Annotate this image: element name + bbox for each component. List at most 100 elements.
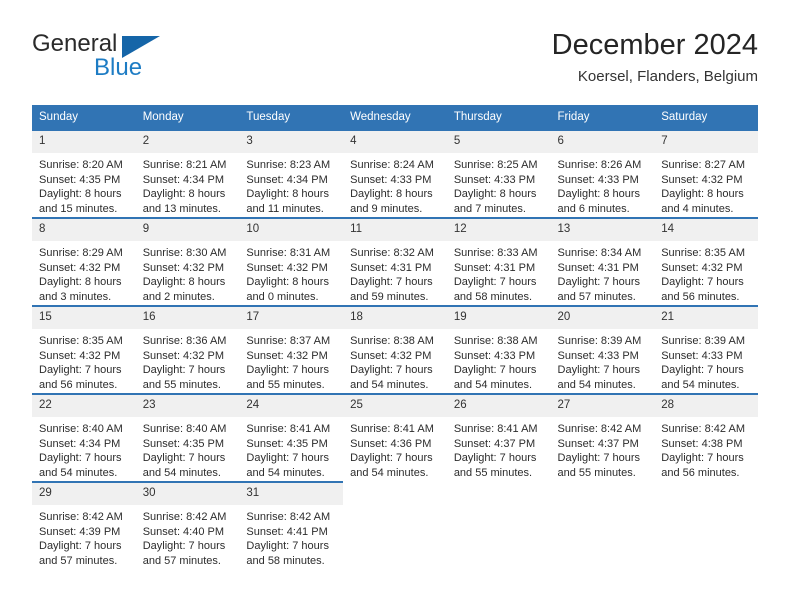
day-details: Sunrise: 8:41 AM Sunset: 4:37 PM Daylight:… xyxy=(447,417,551,480)
sunset-text: Sunset: 4:32 PM xyxy=(661,173,743,186)
sunset-text: Sunset: 4:32 PM xyxy=(39,261,121,274)
sunrise-text: Sunrise: 8:42 AM xyxy=(142,511,227,523)
weekday-header-saturday: Saturday xyxy=(654,105,758,130)
calendar-day-cell[interactable]: 21 Sunrise: 8:39 AM Sunset: 4:33 PM Dayligh… xyxy=(654,305,758,394)
calendar-day-cell-empty xyxy=(446,482,551,570)
day-details: Sunrise: 8:26 AM Sunset: 4:33 PM Daylight:… xyxy=(551,153,655,216)
day-details: Sunrise: 8:40 AM Sunset: 4:34 PM Daylight:… xyxy=(32,417,136,480)
daylight-text: and 13 minutes. xyxy=(142,202,221,215)
daylight-text: and 55 minutes. xyxy=(453,466,533,479)
sunrise-text: Sunrise: 8:24 AM xyxy=(350,159,434,171)
calendar-day-cell[interactable]: 2 Sunrise: 8:21 AM Sunset: 4:34 PM Daylight… xyxy=(135,129,240,218)
daylight-text: and 58 minutes. xyxy=(246,554,325,567)
calendar-day-cell[interactable]: 25 Sunrise: 8:41 AM Sunset: 4:36 PM Dayligh… xyxy=(343,393,447,482)
calendar-day-cell[interactable]: 26 Sunrise: 8:41 AM Sunset: 4:37 PM Dayligh… xyxy=(446,393,551,482)
daylight-text: and 54 minutes. xyxy=(142,466,221,479)
calendar-day-cell[interactable]: 31 Sunrise: 8:42 AM Sunset: 4:41 PM Dayligh… xyxy=(239,481,344,570)
day-number: 26 xyxy=(446,395,551,417)
sunset-text: Sunset: 4:32 PM xyxy=(246,349,328,362)
daylight-text: Daylight: 7 hours xyxy=(39,540,122,553)
sunset-text: Sunset: 4:31 PM xyxy=(453,261,536,274)
calendar-day-cell[interactable]: 4 Sunrise: 8:24 AM Sunset: 4:33 PM Daylight… xyxy=(343,129,447,218)
daylight-text: and 56 minutes. xyxy=(661,290,740,303)
day-number: 13 xyxy=(550,219,655,241)
daylight-text: and 58 minutes. xyxy=(453,290,533,303)
sunset-text: Sunset: 4:33 PM xyxy=(350,173,432,186)
day-details: Sunrise: 8:37 AM Sunset: 4:32 PM Daylight:… xyxy=(239,329,343,392)
daylight-text: and 57 minutes. xyxy=(39,554,118,567)
calendar-day-cell[interactable]: 22 Sunrise: 8:40 AM Sunset: 4:34 PM Dayligh… xyxy=(32,393,136,482)
calendar-day-cell[interactable]: 5 Sunrise: 8:25 AM Sunset: 4:33 PM Daylight… xyxy=(446,129,551,218)
day-number: 15 xyxy=(32,307,136,329)
sunrise-text: Sunrise: 8:23 AM xyxy=(246,159,331,171)
day-number: 3 xyxy=(239,131,344,153)
calendar-day-cell[interactable]: 6 Sunrise: 8:26 AM Sunset: 4:33 PM Daylight… xyxy=(550,129,655,218)
daylight-text: and 54 minutes. xyxy=(39,466,118,479)
daylight-text: and 55 minutes. xyxy=(142,378,221,391)
calendar-day-cell[interactable]: 3 Sunrise: 8:23 AM Sunset: 4:34 PM Daylight… xyxy=(239,129,344,218)
day-number: 19 xyxy=(446,307,551,329)
calendar-day-cell[interactable]: 15 Sunrise: 8:35 AM Sunset: 4:32 PM Dayligh… xyxy=(32,305,136,394)
calendar-day-cell[interactable]: 29 Sunrise: 8:42 AM Sunset: 4:39 PM Dayligh… xyxy=(32,481,136,570)
calendar-day-cell[interactable]: 19 Sunrise: 8:38 AM Sunset: 4:33 PM Dayligh… xyxy=(446,305,551,394)
sunrise-text: Sunrise: 8:38 AM xyxy=(453,335,538,347)
day-details: Sunrise: 8:39 AM Sunset: 4:33 PM Daylight:… xyxy=(654,329,758,392)
calendar-day-cell[interactable]: 23 Sunrise: 8:40 AM Sunset: 4:35 PM Dayligh… xyxy=(135,393,240,482)
calendar-day-cell[interactable]: 28 Sunrise: 8:42 AM Sunset: 4:38 PM Dayligh… xyxy=(654,393,758,482)
calendar-day-cell[interactable]: 7 Sunrise: 8:27 AM Sunset: 4:32 PM Daylight… xyxy=(654,129,758,218)
day-details: Sunrise: 8:34 AM Sunset: 4:31 PM Daylight:… xyxy=(551,241,655,304)
day-number: 2 xyxy=(135,131,240,153)
calendar-day-cell[interactable]: 16 Sunrise: 8:36 AM Sunset: 4:32 PM Dayligh… xyxy=(135,305,240,394)
day-details: Sunrise: 8:31 AM Sunset: 4:32 PM Daylight:… xyxy=(239,241,343,304)
calendar-day-cell[interactable]: 27 Sunrise: 8:42 AM Sunset: 4:37 PM Dayligh… xyxy=(550,393,655,482)
calendar-day-cell[interactable]: 30 Sunrise: 8:42 AM Sunset: 4:40 PM Dayligh… xyxy=(135,481,240,570)
sunset-text: Sunset: 4:32 PM xyxy=(661,261,743,274)
calendar-day-cell[interactable]: 17 Sunrise: 8:37 AM Sunset: 4:32 PM Dayligh… xyxy=(239,305,344,394)
calendar-day-cell[interactable]: 12 Sunrise: 8:33 AM Sunset: 4:31 PM Dayligh… xyxy=(446,217,551,306)
title-block: December 2024 Koersel, Flanders, Belgium xyxy=(552,28,758,86)
sunrise-text: Sunrise: 8:38 AM xyxy=(350,335,434,347)
sunset-text: Sunset: 4:40 PM xyxy=(142,525,225,538)
daylight-text: Daylight: 7 hours xyxy=(350,276,433,289)
calendar-day-cell[interactable]: 20 Sunrise: 8:39 AM Sunset: 4:33 PM Dayligh… xyxy=(550,305,655,394)
sunset-text: Sunset: 4:41 PM xyxy=(246,525,328,538)
day-number: 8 xyxy=(32,219,136,241)
daylight-text: Daylight: 7 hours xyxy=(39,452,122,465)
daylight-text: Daylight: 7 hours xyxy=(453,452,537,465)
daylight-text: and 54 minutes. xyxy=(661,378,740,391)
calendar-day-cell[interactable]: 8 Sunrise: 8:29 AM Sunset: 4:32 PM Daylight… xyxy=(32,217,136,306)
day-details: Sunrise: 8:27 AM Sunset: 4:32 PM Daylight:… xyxy=(654,153,758,216)
sunrise-text: Sunrise: 8:42 AM xyxy=(246,511,331,523)
sunrise-text: Sunrise: 8:20 AM xyxy=(39,159,123,171)
day-details: Sunrise: 8:30 AM Sunset: 4:32 PM Daylight:… xyxy=(136,241,240,304)
day-details: Sunrise: 8:42 AM Sunset: 4:39 PM Daylight:… xyxy=(32,505,136,568)
day-details: Sunrise: 8:21 AM Sunset: 4:34 PM Daylight:… xyxy=(136,153,240,216)
sunset-text: Sunset: 4:35 PM xyxy=(142,437,225,450)
daylight-text: Daylight: 7 hours xyxy=(557,276,641,289)
calendar-day-cell[interactable]: 13 Sunrise: 8:34 AM Sunset: 4:31 PM Dayligh… xyxy=(550,217,655,306)
daylight-text: Daylight: 8 hours xyxy=(350,188,433,201)
calendar-table: Sunday Monday Tuesday Wednesday Thursday Frid… xyxy=(32,105,758,570)
day-number: 22 xyxy=(32,395,136,417)
day-details: Sunrise: 8:41 AM Sunset: 4:36 PM Daylight:… xyxy=(343,417,447,480)
sunset-text: Sunset: 4:34 PM xyxy=(142,173,225,186)
calendar-day-cell[interactable]: 14 Sunrise: 8:35 AM Sunset: 4:32 PM Dayligh… xyxy=(654,217,758,306)
calendar-day-cell[interactable]: 10 Sunrise: 8:31 AM Sunset: 4:32 PM Dayligh… xyxy=(239,217,344,306)
day-details: Sunrise: 8:20 AM Sunset: 4:35 PM Daylight:… xyxy=(32,153,136,216)
calendar-day-cell[interactable]: 18 Sunrise: 8:38 AM Sunset: 4:32 PM Dayligh… xyxy=(343,305,447,394)
daylight-text: Daylight: 7 hours xyxy=(661,364,744,377)
calendar-day-cell[interactable]: 9 Sunrise: 8:30 AM Sunset: 4:32 PM Daylight… xyxy=(135,217,240,306)
daylight-text: Daylight: 7 hours xyxy=(661,276,744,289)
day-details: Sunrise: 8:40 AM Sunset: 4:35 PM Daylight:… xyxy=(136,417,240,480)
calendar-day-cell[interactable]: 1 Sunrise: 8:20 AM Sunset: 4:35 PM Daylight… xyxy=(32,129,136,218)
sunrise-text: Sunrise: 8:30 AM xyxy=(142,247,227,259)
calendar-day-cell[interactable]: 11 Sunrise: 8:32 AM Sunset: 4:31 PM Dayligh… xyxy=(343,217,447,306)
calendar-grid: Sunday Monday Tuesday Wednesday Thursday Frid… xyxy=(32,105,758,570)
sunrise-text: Sunrise: 8:41 AM xyxy=(246,423,331,435)
sunset-text: Sunset: 4:33 PM xyxy=(453,349,536,362)
sunrise-text: Sunrise: 8:41 AM xyxy=(350,423,434,435)
page-title: December 2024 xyxy=(551,29,758,61)
sunrise-text: Sunrise: 8:42 AM xyxy=(557,423,642,435)
daylight-text: Daylight: 7 hours xyxy=(246,540,329,553)
calendar-day-cell[interactable]: 24 Sunrise: 8:41 AM Sunset: 4:35 PM Dayligh… xyxy=(239,393,344,482)
